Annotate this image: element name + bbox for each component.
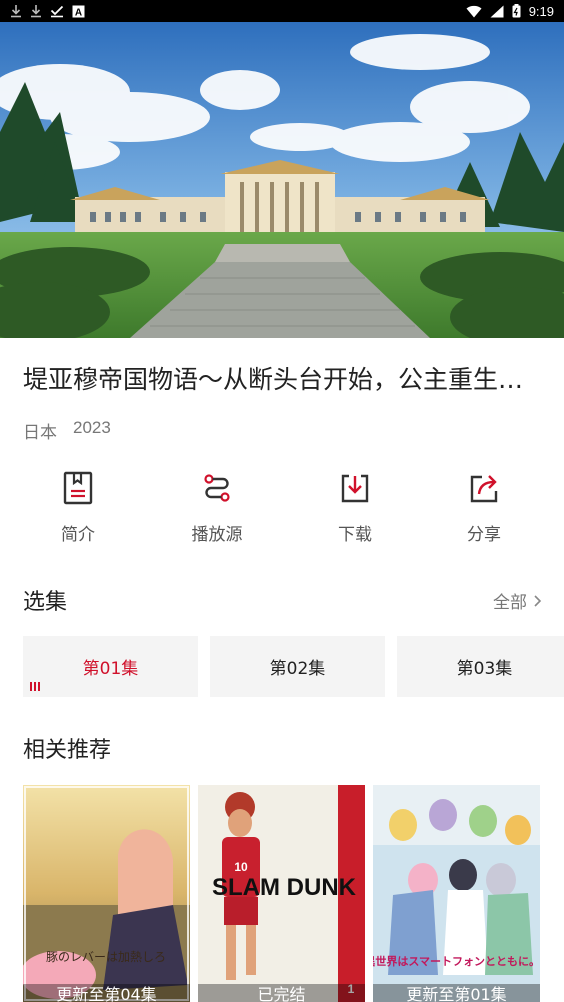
show-year: 2023	[73, 418, 111, 437]
episode-list: 第01集 第02集 第03集	[23, 636, 564, 697]
episodes-title: 选集	[23, 590, 68, 615]
recommend-caption: 已完结	[198, 984, 365, 1002]
episode-label: 第01集	[82, 659, 139, 679]
status-time: 9:19	[528, 3, 554, 19]
intro-button[interactable]: 简介	[28, 470, 128, 545]
chevron-right-icon	[534, 594, 542, 607]
download-button[interactable]: 下载	[305, 470, 405, 545]
route-icon	[204, 474, 230, 502]
download-label: 下载	[338, 525, 372, 545]
episode-item-01[interactable]: 第01集	[23, 636, 198, 697]
share-label: 分享	[467, 525, 501, 545]
svg-text:10: 10	[234, 860, 248, 874]
episode-label: 第02集	[269, 659, 326, 679]
source-label: 播放源	[191, 525, 243, 545]
share-icon	[470, 475, 498, 503]
hero-image	[0, 22, 564, 338]
download-icon	[11, 5, 21, 18]
recommend-card[interactable]: 豚のレバーは加熱しろ 更新至第04集	[23, 785, 190, 1002]
show-region: 日本	[23, 423, 57, 442]
svg-text:A: A	[75, 7, 82, 18]
poster-image: 10 SLAM DUNK 1	[198, 785, 365, 1002]
episode-label: 第03集	[456, 659, 513, 679]
status-bar: A 9:19	[0, 0, 564, 22]
status-system: 9:19	[466, 4, 554, 19]
status-notifications: A	[10, 4, 85, 18]
playing-indicator-icon	[30, 682, 40, 691]
source-button[interactable]: 播放源	[167, 470, 267, 545]
wifi-icon	[466, 5, 482, 17]
intro-label: 简介	[61, 525, 95, 545]
see-all-button[interactable]: 全部	[493, 588, 542, 613]
poster-image: 豚のレバーは加熱しろ	[23, 785, 190, 1002]
poster-title: 豚のレバーは加熱しろ	[46, 950, 166, 964]
recommend-list: 豚のレバーは加熱しろ 更新至第04集 10 SLAM DUNK 1 已完结 異世…	[23, 785, 564, 1002]
poster-title: 異世界はスマートフォンとともに。2	[373, 954, 540, 968]
battery-icon	[512, 4, 521, 18]
book-icon	[63, 471, 93, 505]
recommend-caption: 更新至第01集	[373, 984, 540, 1002]
recommend-title: 相关推荐	[23, 738, 112, 763]
download-icon	[31, 5, 41, 18]
signal-icon	[490, 5, 504, 17]
poster-image: 異世界はスマートフォンとともに。2	[373, 785, 540, 1002]
poster-title: SLAM DUNK	[212, 874, 357, 901]
action-row: 简介 播放源 下载 分享	[0, 470, 564, 550]
episode-item-02[interactable]: 第02集	[210, 636, 385, 697]
recommend-card[interactable]: 異世界はスマートフォンとともに。2 更新至第01集	[373, 785, 540, 1002]
recommend-card[interactable]: 10 SLAM DUNK 1 已完结	[198, 785, 365, 1002]
see-all-label: 全部	[493, 593, 527, 613]
show-title: 堤亚穆帝国物语～从断头台开始，公主重生…	[23, 365, 524, 394]
episode-item-03[interactable]: 第03集	[397, 636, 564, 697]
share-button[interactable]: 分享	[434, 470, 534, 545]
app-a-icon: A	[72, 5, 85, 18]
show-meta: 日本 2023	[23, 418, 111, 443]
recommend-caption: 更新至第04集	[23, 984, 190, 1002]
check-icon	[50, 5, 64, 18]
download-icon	[341, 474, 369, 503]
hero-banner[interactable]	[0, 22, 564, 338]
